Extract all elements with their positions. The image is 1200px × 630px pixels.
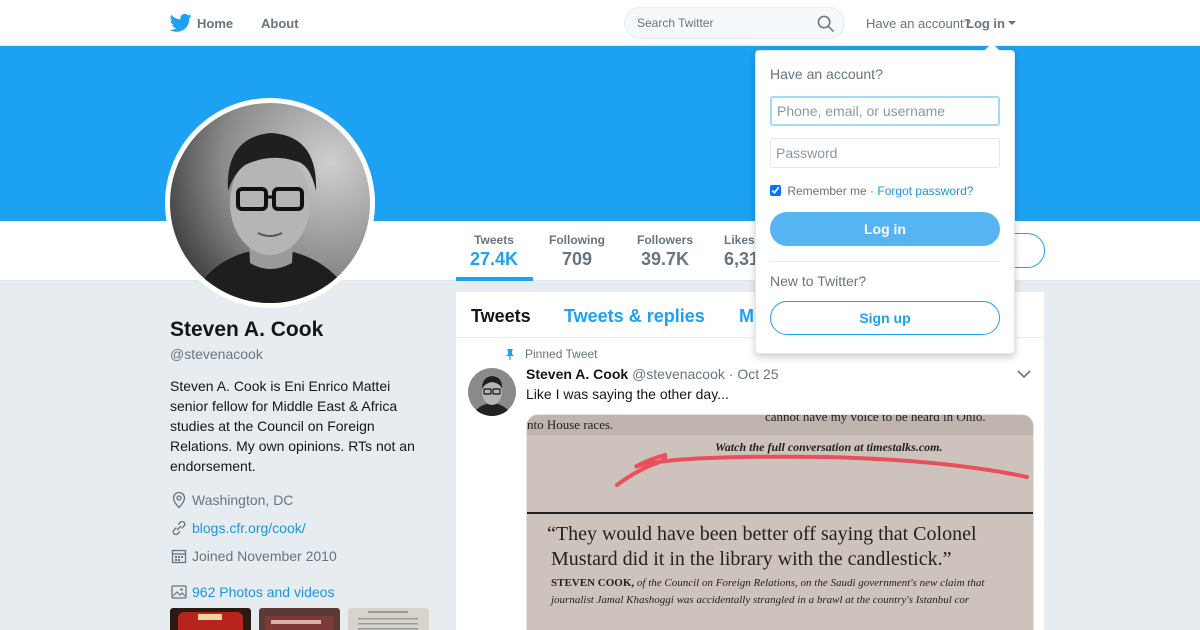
calendar-icon bbox=[171, 549, 187, 564]
remember-row: Remember me · Forgot password? bbox=[770, 184, 973, 198]
tweet-author-handle[interactable]: @stevenacook bbox=[632, 366, 725, 382]
login-dropdown-toggle[interactable]: Log in bbox=[966, 16, 1005, 31]
pinned-tweet-label: Pinned Tweet bbox=[525, 347, 598, 361]
tweet-timestamp[interactable]: Oct 25 bbox=[737, 366, 778, 382]
stat-value: 39.7K bbox=[640, 249, 690, 269]
stat-followers[interactable]: Followers 39.7K bbox=[635, 233, 695, 270]
location-pin-icon bbox=[172, 491, 186, 509]
divider bbox=[770, 261, 1000, 262]
new-to-twitter-text: New to Twitter? bbox=[770, 273, 867, 289]
stat-value: 6,31 bbox=[724, 249, 760, 269]
login-dropdown: Have an account? Remember me · Forgot pa… bbox=[755, 43, 1015, 354]
remember-me-checkbox[interactable] bbox=[770, 185, 781, 196]
caret-down-icon[interactable] bbox=[1008, 21, 1016, 25]
profile-handle[interactable]: @stevenacook bbox=[170, 346, 263, 362]
stat-likes[interactable]: Likes 6,31 bbox=[724, 233, 760, 270]
media-thumbnail[interactable] bbox=[170, 608, 251, 630]
active-stat-underline bbox=[456, 277, 533, 281]
stat-label: Followers bbox=[636, 233, 693, 247]
chevron-down-icon[interactable] bbox=[1017, 369, 1031, 379]
username-field[interactable] bbox=[770, 96, 1000, 126]
have-account-text: Have an account? bbox=[866, 16, 971, 31]
separator-dot: · bbox=[870, 184, 875, 198]
newspaper-attribution: STEVEN COOK, of the Council on Foreign R… bbox=[551, 577, 984, 589]
search-icon[interactable] bbox=[817, 15, 834, 32]
password-field[interactable] bbox=[770, 138, 1000, 168]
media-thumbnail[interactable] bbox=[348, 608, 429, 630]
location-text: Washington, DC bbox=[192, 492, 294, 508]
attribution-name: STEVEN COOK, bbox=[551, 577, 635, 589]
dropdown-title: Have an account? bbox=[770, 66, 883, 82]
tweet-author-name[interactable]: Steven A. Cook bbox=[526, 366, 628, 382]
search-box[interactable] bbox=[624, 7, 845, 39]
stat-value: 709 bbox=[561, 249, 593, 269]
separator-dot: · bbox=[728, 366, 734, 382]
profile-name[interactable]: Steven A. Cook bbox=[170, 318, 323, 342]
newspaper-text: Watch the full conversation at timestalk… bbox=[715, 440, 943, 454]
top-navigation-bar: Home About Have an account? Log in bbox=[0, 0, 1200, 46]
newspaper-quote: “They would have been better off saying … bbox=[547, 523, 977, 545]
newspaper-quote: Mustard did it in the library with the c… bbox=[551, 548, 952, 570]
profile-avatar[interactable] bbox=[170, 103, 370, 303]
image-icon bbox=[171, 585, 187, 599]
nav-about-link[interactable]: About bbox=[261, 16, 299, 31]
forgot-password-link[interactable]: Forgot password? bbox=[877, 184, 973, 198]
login-button[interactable]: Log in bbox=[770, 212, 1000, 246]
link-icon bbox=[172, 520, 186, 536]
attribution-text: of the Council on Foreign Relations, on … bbox=[634, 577, 985, 589]
profile-avatar-frame bbox=[165, 98, 375, 308]
stat-following[interactable]: Following 709 bbox=[546, 233, 608, 270]
profile-bio: Steven A. Cook is Eni Enrico Mattei seni… bbox=[170, 378, 415, 474]
tweet-text: Like I was saying the other day... bbox=[526, 386, 729, 402]
signup-button[interactable]: Sign up bbox=[770, 301, 1000, 335]
search-input[interactable] bbox=[637, 8, 817, 38]
tweet-media-image[interactable]: nto House races. cannot have my voice to… bbox=[526, 414, 1034, 630]
stat-value: 27.4K bbox=[470, 249, 519, 269]
tab-tweets[interactable]: Tweets bbox=[471, 306, 531, 327]
remember-me-label[interactable]: Remember me bbox=[787, 184, 866, 198]
stat-tweets[interactable]: Tweets 27.4K bbox=[470, 233, 518, 270]
media-thumbnail[interactable] bbox=[259, 608, 340, 630]
tweet-header: Steven A. Cook @stevenacook · Oct 25 bbox=[526, 366, 779, 382]
photos-link[interactable]: 962 Photos and videos bbox=[192, 584, 334, 600]
newspaper-text: nto House races. bbox=[527, 417, 614, 432]
pin-icon bbox=[506, 349, 514, 360]
stat-label: Tweets bbox=[474, 233, 514, 247]
tweet-author-avatar[interactable] bbox=[468, 368, 516, 416]
stat-label: Following bbox=[549, 233, 605, 247]
twitter-bird-logo-icon[interactable] bbox=[170, 13, 192, 33]
stat-label: Likes bbox=[724, 233, 755, 247]
nav-home-link[interactable]: Home bbox=[197, 16, 233, 31]
url-link[interactable]: blogs.cfr.org/cook/ bbox=[192, 520, 306, 536]
newspaper-attribution: journalist Jamal Khashoggi was accidenta… bbox=[551, 594, 970, 606]
joined-text: Joined November 2010 bbox=[192, 548, 337, 564]
tab-tweets-and-replies[interactable]: Tweets & replies bbox=[564, 306, 705, 327]
newspaper-text: cannot have my voice to be heard in Ohio… bbox=[765, 414, 986, 424]
tab-media[interactable]: M bbox=[739, 306, 754, 327]
